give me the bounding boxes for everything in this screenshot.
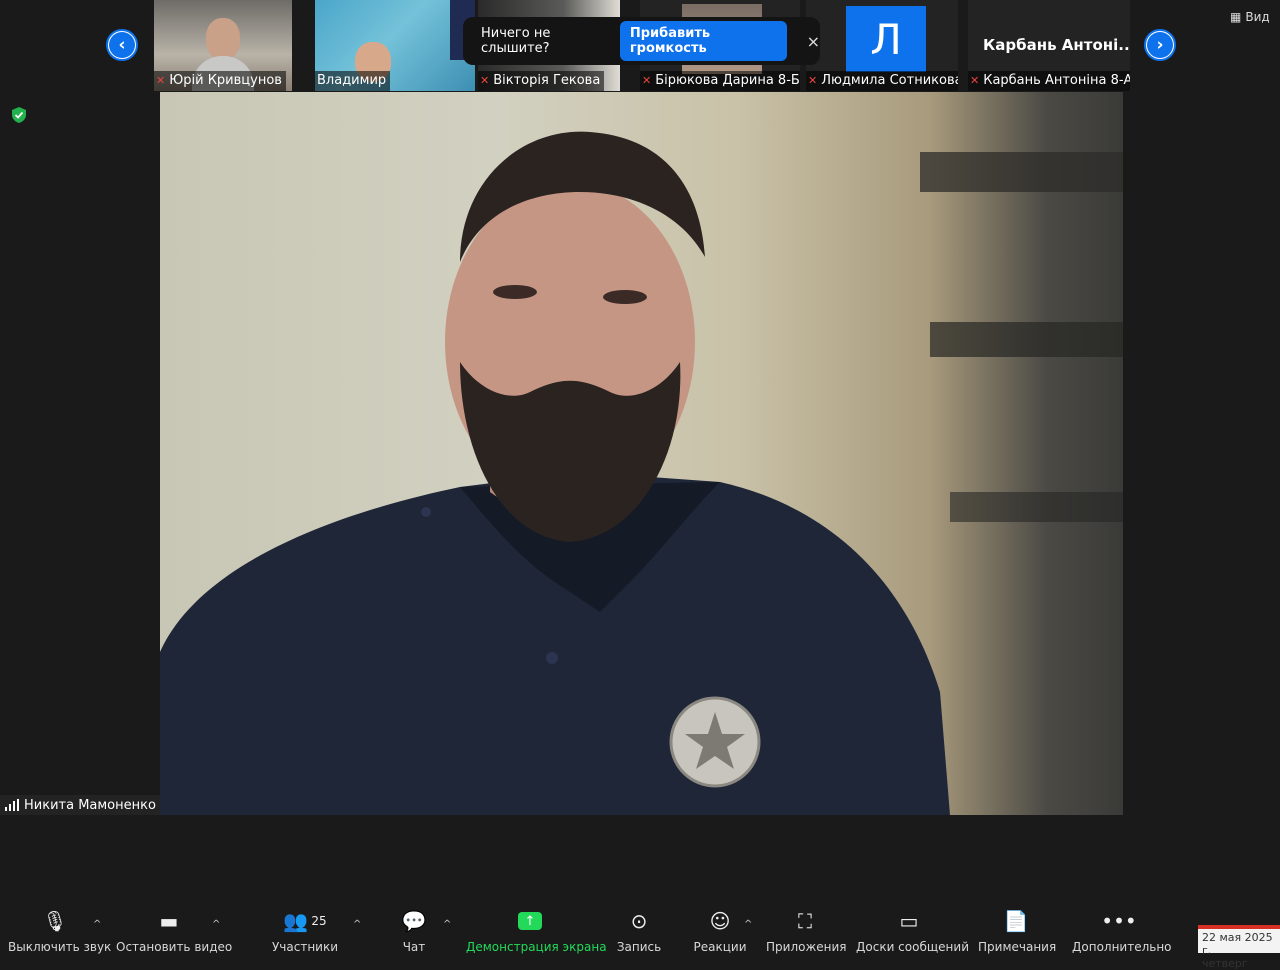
mic-off-icon: ✕ <box>970 74 980 87</box>
chat-caret-icon[interactable]: ^ <box>443 919 451 930</box>
record-icon: ⊙ <box>630 909 648 933</box>
participant-big-name: Карбань Антоні... <box>983 36 1130 54</box>
speaker-illustration <box>160 131 1123 815</box>
participants-icon: 👥 25 <box>283 909 327 933</box>
meeting-toolbar: 🎙 Выключить звук ^ ▬ Остановить видео ^ … <box>0 905 1280 954</box>
signal-bars-icon <box>5 799 19 811</box>
chevron-left-icon: ‹ <box>109 32 135 58</box>
more-dots-icon: ••• <box>1101 909 1137 933</box>
taskbar-date: 22 мая 2025 г. <box>1202 931 1273 957</box>
whiteboards-button[interactable]: ▭ Доски сообщений <box>856 905 969 954</box>
volume-tooltip: Ничего не слышите? Прибавить громкость × <box>463 17 820 65</box>
prev-page-button[interactable]: ‹ <box>106 29 138 61</box>
participant-name: ✕ Людмила Сотникова <box>806 71 958 91</box>
video-options-caret-icon[interactable]: ^ <box>212 919 220 930</box>
more-button[interactable]: ••• Дополнительно <box>1072 905 1172 954</box>
view-button[interactable]: ▦ Вид <box>1230 10 1270 24</box>
participant-tile[interactable]: Карбань Антоні... ✕ Карбань Антоніна 8-А <box>968 0 1130 91</box>
apps-button[interactable]: ⛶ Приложения <box>766 905 847 954</box>
tooltip-text: Ничего не слышите? <box>481 26 551 56</box>
avatar: Л <box>846 6 926 72</box>
mic-off-icon: ✕ <box>480 74 490 87</box>
participant-name: Владимир <box>315 71 391 91</box>
participant-name: ✕ Вікторія Гекова <box>478 71 605 91</box>
participant-name: ✕ Бірюкова Дарина 8-Б <box>640 71 800 91</box>
participant-name: ✕ Карбань Антоніна 8-А <box>968 71 1130 91</box>
taskbar-clock[interactable]: 22 мая 2025 г. четверг <box>1198 925 1280 970</box>
mic-off-icon: ✕ <box>808 74 818 87</box>
audio-options-caret-icon[interactable]: ^ <box>93 919 101 930</box>
participant-tile[interactable]: ✕ Юрій Кривцунов <box>154 0 292 91</box>
participant-face <box>206 18 240 60</box>
chevron-right-icon: › <box>1147 32 1173 58</box>
mic-off-icon: ✕ <box>156 74 166 87</box>
stop-video-button[interactable]: ▬ Остановить видео <box>116 905 232 954</box>
close-icon[interactable]: × <box>807 32 820 51</box>
participants-button[interactable]: 👥 25 Участники <box>270 905 340 954</box>
notes-button[interactable]: 📄 Примечания <box>978 905 1056 954</box>
reactions-button[interactable]: ☺ Реакции <box>692 905 748 954</box>
participant-tile[interactable]: Владимир <box>315 0 475 91</box>
share-screen-icon: ↑ <box>518 912 542 930</box>
microphone-icon: 🎙 <box>42 909 68 933</box>
whiteboard-icon: ▭ <box>899 909 919 933</box>
next-page-button[interactable]: › <box>1144 29 1176 61</box>
apps-icon: ⛶ <box>798 909 812 933</box>
participant-tile[interactable]: Л ✕ Людмила Сотникова <box>806 0 958 91</box>
increase-volume-button[interactable]: Прибавить громкость <box>619 21 787 61</box>
speaker-video <box>160 92 1123 815</box>
video-camera-icon: ▬ <box>159 909 179 933</box>
participants-caret-icon[interactable]: ^ <box>353 919 361 930</box>
shield-icon[interactable] <box>12 107 26 123</box>
chat-icon: 💬 <box>401 909 427 933</box>
share-screen-button[interactable]: ↑ Демонстрация экрана <box>466 905 607 954</box>
reactions-caret-icon[interactable]: ^ <box>744 919 752 930</box>
chat-button[interactable]: 💬 Чат <box>394 905 434 954</box>
speaker-name-label: Никита Мамоненко <box>0 795 160 815</box>
mic-off-icon: ✕ <box>642 74 652 87</box>
mute-button[interactable]: 🎙 Выключить звук <box>8 905 111 954</box>
emoji-icon: ☺ <box>709 909 731 933</box>
record-button[interactable]: ⊙ Запись <box>614 905 664 954</box>
taskbar-weekday: четверг <box>1202 957 1248 970</box>
participant-name: ✕ Юрій Кривцунов <box>154 71 286 91</box>
grid-icon: ▦ <box>1230 10 1242 24</box>
notes-icon: 📄 <box>1003 909 1029 933</box>
